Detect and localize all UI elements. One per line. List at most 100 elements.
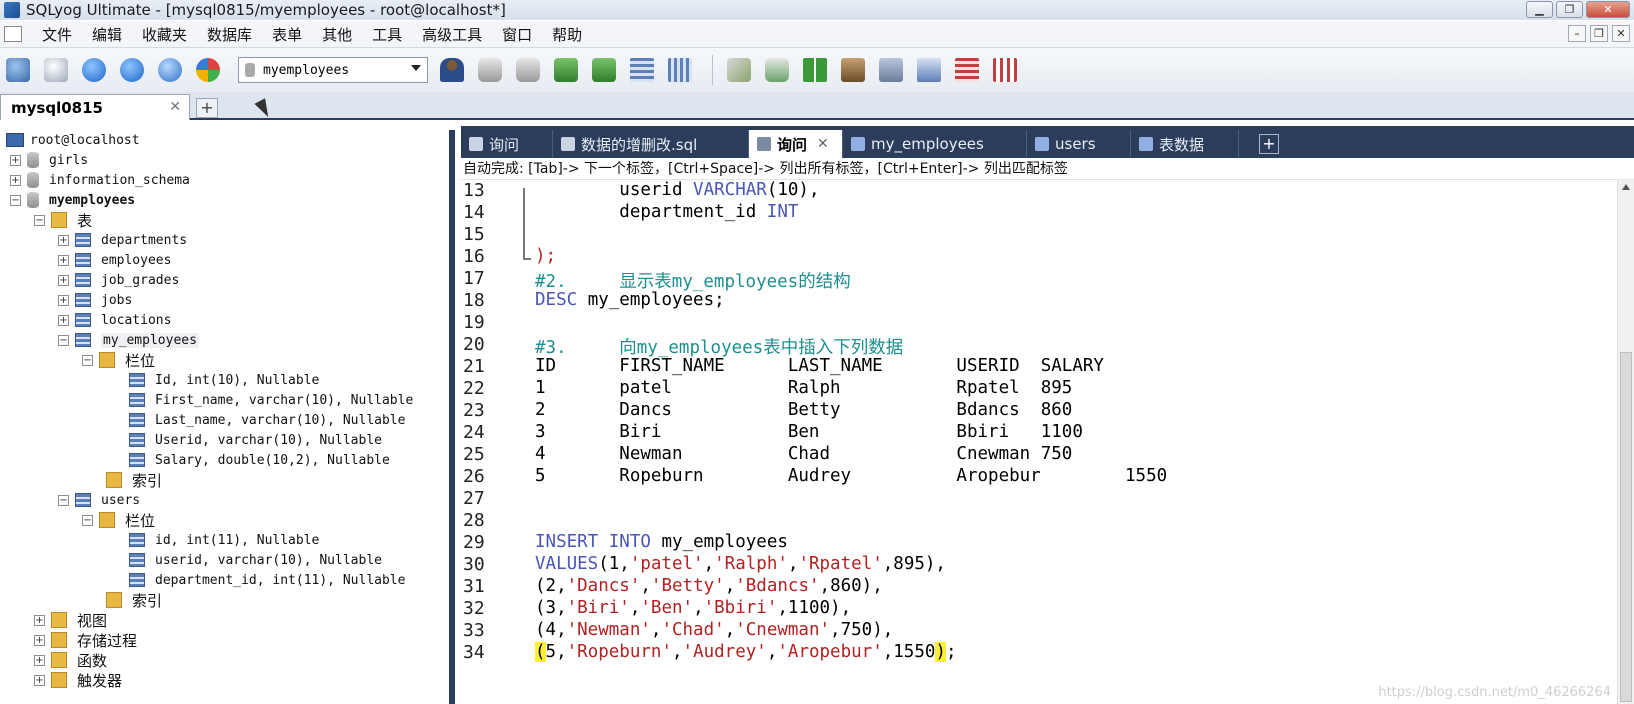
tree-node-departments[interactable]: + departments bbox=[58, 230, 187, 250]
tree-node-tables-folder[interactable]: − 表 bbox=[34, 210, 92, 230]
menu-table[interactable]: 表单 bbox=[262, 24, 312, 45]
mdi-restore-button[interactable]: ❐ bbox=[1590, 25, 1608, 42]
tree-node-column[interactable]: id, int(11), Nullable bbox=[129, 530, 319, 550]
tree-node-column[interactable]: Last_name, varchar(10), Nullable bbox=[129, 410, 405, 430]
line-number: 34 bbox=[463, 642, 485, 663]
tree-node-procedures-folder[interactable]: + 存储过程 bbox=[34, 630, 137, 650]
tree-node-indexes-folder[interactable]: 索引 bbox=[106, 590, 162, 610]
schema-sync-icon[interactable] bbox=[723, 54, 755, 86]
menu-other[interactable]: 其他 bbox=[312, 24, 362, 45]
tree-node-column[interactable]: userid, varchar(10), Nullable bbox=[129, 550, 382, 570]
collapse-icon[interactable]: − bbox=[58, 494, 69, 506]
menu-favorites[interactable]: 收藏夹 bbox=[132, 24, 197, 45]
collapse-icon[interactable]: − bbox=[58, 334, 69, 346]
collapse-icon[interactable]: − bbox=[82, 354, 93, 366]
user-manager-icon[interactable] bbox=[436, 54, 468, 86]
close-icon[interactable]: ✕ bbox=[817, 136, 829, 152]
database-select[interactable]: myemployees bbox=[238, 57, 428, 83]
menu-edit[interactable]: 编辑 bbox=[82, 24, 132, 45]
tree-node-column[interactable]: Salary, double(10,2), Nullable bbox=[129, 450, 390, 470]
expand-icon[interactable]: + bbox=[58, 314, 69, 326]
compare-icon[interactable] bbox=[799, 54, 831, 86]
export-icon[interactable] bbox=[588, 54, 620, 86]
tree-node-jobs[interactable]: + jobs bbox=[58, 290, 132, 310]
stop-icon[interactable] bbox=[192, 54, 224, 86]
mdi-minimize-button[interactable]: – bbox=[1568, 25, 1586, 42]
expand-icon[interactable]: + bbox=[34, 674, 45, 686]
tab-table-data[interactable]: 表数据 bbox=[1131, 130, 1239, 158]
tree-node-column[interactable]: Id, int(10), Nullable bbox=[129, 370, 319, 390]
new-query-icon[interactable] bbox=[40, 54, 72, 86]
tree-node-functions-folder[interactable]: + 函数 bbox=[34, 650, 107, 670]
tree-node-columns-folder[interactable]: − 栏位 bbox=[82, 350, 155, 370]
scheduler-icon[interactable] bbox=[875, 54, 907, 86]
menu-window[interactable]: 窗口 bbox=[492, 24, 542, 45]
scroll-up-icon[interactable] bbox=[1622, 184, 1630, 190]
expand-icon[interactable]: + bbox=[58, 254, 69, 266]
tree-node-column[interactable]: department_id, int(11), Nullable bbox=[129, 570, 405, 590]
minimize-button[interactable]: ▁ bbox=[1526, 1, 1553, 18]
table-structure-icon[interactable] bbox=[664, 54, 696, 86]
tree-node-views-folder[interactable]: + 视图 bbox=[34, 610, 107, 630]
execute-query-icon[interactable] bbox=[78, 54, 110, 86]
import-icon[interactable] bbox=[550, 54, 582, 86]
schema-designer-icon[interactable] bbox=[951, 54, 983, 86]
backup-database-icon[interactable] bbox=[474, 54, 506, 86]
tree-node-locations[interactable]: + locations bbox=[58, 310, 171, 330]
execute-all-icon[interactable] bbox=[116, 54, 148, 86]
menu-advanced-tools[interactable]: 高级工具 bbox=[412, 24, 492, 45]
tree-node-triggers-folder[interactable]: + 触发器 bbox=[34, 670, 122, 690]
tab-sql-file[interactable]: 数据的增删改.sql bbox=[553, 130, 749, 158]
tree-node-users[interactable]: − users bbox=[58, 490, 140, 510]
expand-icon[interactable]: + bbox=[58, 234, 69, 246]
tree-node-information-schema[interactable]: + information_schema bbox=[10, 170, 190, 190]
menu-database[interactable]: 数据库 bbox=[197, 24, 262, 45]
new-tab-button[interactable]: + bbox=[1259, 134, 1279, 154]
menu-help[interactable]: 帮助 bbox=[542, 24, 592, 45]
tab-users[interactable]: users bbox=[1027, 130, 1131, 158]
expand-icon[interactable]: + bbox=[10, 174, 21, 186]
tab-my-employees[interactable]: my_employees bbox=[843, 130, 1027, 158]
tree-node-indexes-folder[interactable]: 索引 bbox=[106, 470, 162, 490]
restore-database-icon[interactable] bbox=[512, 54, 544, 86]
expand-icon[interactable]: + bbox=[58, 294, 69, 306]
collapse-icon[interactable]: − bbox=[82, 514, 93, 526]
menu-file[interactable]: 文件 bbox=[32, 24, 82, 45]
tree-node-job-grades[interactable]: + job_grades bbox=[58, 270, 179, 290]
new-connection-tab-button[interactable]: + bbox=[196, 98, 218, 118]
tree-node-column[interactable]: Userid, varchar(10), Nullable bbox=[129, 430, 382, 450]
expand-icon[interactable]: + bbox=[10, 154, 21, 166]
migration-icon[interactable] bbox=[837, 54, 869, 86]
tree-root[interactable]: root@localhost bbox=[6, 130, 140, 150]
expand-icon[interactable]: + bbox=[34, 654, 45, 666]
monitor-icon[interactable] bbox=[913, 54, 945, 86]
tree-node-column[interactable]: First_name, varchar(10), Nullable bbox=[129, 390, 413, 410]
mdi-close-button[interactable]: ✕ bbox=[1612, 25, 1630, 42]
close-button[interactable]: ✕ bbox=[1586, 1, 1630, 18]
tab-query-active[interactable]: 询问 ✕ bbox=[749, 130, 843, 158]
scrollbar-thumb[interactable] bbox=[1620, 352, 1632, 702]
table-data-icon[interactable] bbox=[626, 54, 658, 86]
expand-icon[interactable]: + bbox=[34, 614, 45, 626]
tab-query-1[interactable]: 询问 bbox=[461, 130, 553, 158]
sql-editor[interactable]: 13 userid VARCHAR(10), 14 department_id … bbox=[461, 180, 1617, 704]
maximize-button[interactable]: ❐ bbox=[1556, 1, 1583, 18]
new-connection-icon[interactable] bbox=[2, 54, 34, 86]
query-builder-icon[interactable] bbox=[989, 54, 1021, 86]
collapse-icon[interactable]: − bbox=[34, 214, 45, 226]
expand-icon[interactable]: + bbox=[34, 634, 45, 646]
tree-node-girls[interactable]: + girls bbox=[10, 150, 88, 170]
tree-node-columns-folder[interactable]: − 栏位 bbox=[82, 510, 155, 530]
tree-node-employees[interactable]: + employees bbox=[58, 250, 171, 270]
collapse-icon[interactable]: − bbox=[10, 194, 21, 206]
connection-tab[interactable]: mysql0815 ✕ bbox=[0, 94, 190, 120]
expand-icon[interactable]: + bbox=[58, 274, 69, 286]
close-icon[interactable]: ✕ bbox=[169, 99, 181, 115]
tree-node-myemployees[interactable]: − myemployees bbox=[10, 190, 135, 210]
editor-scrollbar[interactable] bbox=[1617, 180, 1634, 704]
tree-node-my-employees[interactable]: − my_employees bbox=[58, 330, 199, 350]
document-icon[interactable] bbox=[4, 26, 22, 42]
menu-tools[interactable]: 工具 bbox=[362, 24, 412, 45]
refresh-icon[interactable] bbox=[154, 54, 186, 86]
data-sync-icon[interactable] bbox=[761, 54, 793, 86]
